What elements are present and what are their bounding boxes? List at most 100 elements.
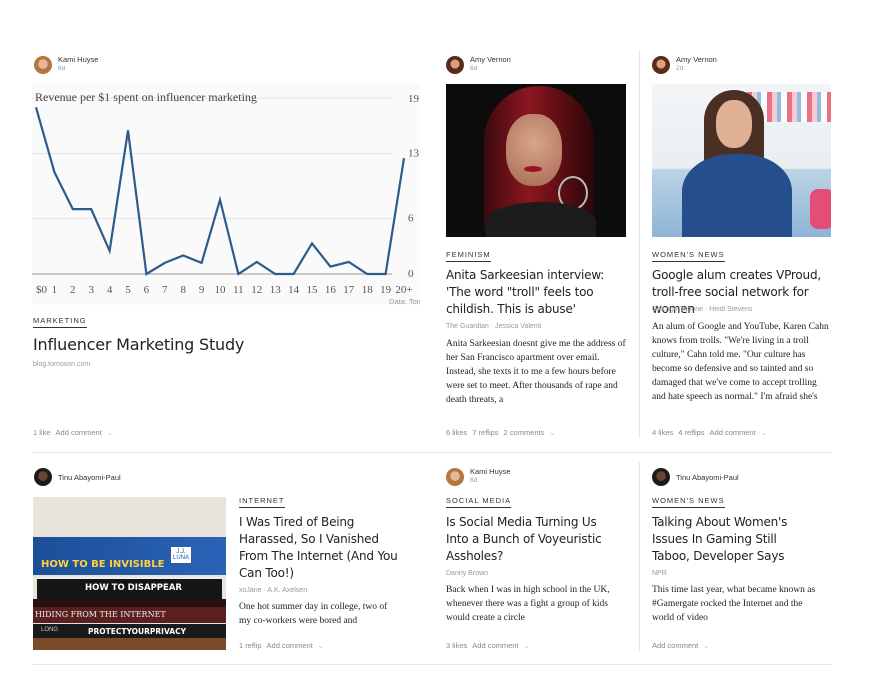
x-tick-label: 7 <box>162 284 168 296</box>
book-5-title: PROTECTYOURPRIVACY <box>88 627 187 636</box>
y-tick-label: 6 <box>408 212 414 224</box>
y-tick-label: 19 <box>408 93 420 105</box>
photo-lips <box>524 166 542 172</box>
chevron-down-icon[interactable]: ⌄ <box>549 430 555 437</box>
photo-pillow <box>810 189 831 229</box>
category-tag[interactable]: INTERNET <box>239 496 285 508</box>
add-comment-link[interactable]: Add comment <box>710 428 756 437</box>
x-tick-label: 15 <box>307 284 319 296</box>
likes-count[interactable]: 4 likes <box>652 428 673 437</box>
book-5: PROTECTYOURPRIVACY LONG <box>33 624 226 638</box>
row-divider <box>33 452 831 453</box>
x-tick-label: 11 <box>233 284 244 296</box>
likes-count[interactable]: 3 likes <box>446 641 467 650</box>
photo-body <box>682 154 792 237</box>
add-comment-link[interactable]: Add comment <box>652 641 698 650</box>
category-tag[interactable]: WOMEN'S NEWS <box>652 250 725 262</box>
article-excerpt: Anita Sarkeesian doesnt give me the addr… <box>446 339 626 405</box>
author-name[interactable]: Tinu Abayomi-Paul <box>58 473 121 482</box>
book-2: HOW TO DISAPPEAR <box>37 577 222 599</box>
x-tick-label: 16 <box>325 284 337 296</box>
x-tick-label: 14 <box>288 284 300 296</box>
likes-count[interactable]: 6 likes <box>446 428 467 437</box>
reflips-count[interactable]: 7 reflips <box>472 428 498 437</box>
x-tick-label: 13 <box>270 284 282 296</box>
article-source[interactable]: blog.tomoson.com <box>33 361 90 368</box>
avatar[interactable] <box>34 56 52 74</box>
x-tick-label: 18 <box>362 284 374 296</box>
card-actions: 6 likes 7 reflips 2 comments ⌄ <box>446 428 560 437</box>
article-title[interactable]: I Was Tired of Being Harassed, So I Vani… <box>239 514 399 582</box>
comments-link[interactable]: 2 comments <box>504 428 545 437</box>
article-photo[interactable]: HOW TO BE INVISIBLE J.J. LUNA HOW TO DIS… <box>33 497 226 650</box>
x-tick-label: 12 <box>251 284 262 296</box>
photo-face <box>506 114 562 186</box>
photo-face <box>716 100 752 148</box>
avatar[interactable] <box>34 468 52 486</box>
article-source[interactable]: xoJane · A.K. Axelsen <box>239 587 307 594</box>
x-tick-label: $0 <box>36 284 48 296</box>
x-tick-label: 2 <box>70 284 76 296</box>
category-tag[interactable]: SOCIAL MEDIA <box>446 496 512 508</box>
x-tick-label: 3 <box>88 284 94 296</box>
x-tick-label: 19 <box>380 284 392 296</box>
article-title[interactable]: Talking About Women's Issues In Gaming S… <box>652 514 812 565</box>
x-tick-label: 5 <box>125 284 131 296</box>
article-title[interactable]: Anita Sarkeesian interview: 'The word "t… <box>446 267 628 318</box>
add-comment-link[interactable]: Add comment <box>267 641 313 650</box>
x-tick-label: 10 <box>215 284 227 296</box>
article-title[interactable]: Is Social Media Turning Us Into a Bunch … <box>446 514 606 565</box>
article-source[interactable]: NPR <box>652 570 667 577</box>
chevron-down-icon[interactable]: ⌄ <box>703 643 709 650</box>
y-tick-label: 13 <box>408 148 420 160</box>
revenue-chart[interactable]: Revenue per $1 spent on influencer marke… <box>32 83 420 305</box>
reflips-count[interactable]: 4 reflips <box>678 428 704 437</box>
article-title[interactable]: Influencer Marketing Study <box>33 334 413 356</box>
chevron-down-icon[interactable]: ⌄ <box>318 643 324 650</box>
book-1: HOW TO BE INVISIBLE J.J. LUNA <box>33 537 226 575</box>
article-photo[interactable] <box>652 84 831 237</box>
card-actions: 1 reflip Add comment ⌄ <box>239 641 329 650</box>
author-name[interactable]: Amy Vernon <box>676 55 717 64</box>
article-excerpt: This time last year, what became known a… <box>652 585 816 623</box>
author-name[interactable]: Kami Huyse <box>470 467 510 476</box>
avatar[interactable] <box>652 56 670 74</box>
book-5-author: LONG <box>41 627 59 633</box>
book-1-title: HOW TO BE INVISIBLE <box>41 559 165 570</box>
chevron-down-icon[interactable]: ⌄ <box>524 643 530 650</box>
author-name[interactable]: Kami Huyse <box>58 55 98 64</box>
article-source[interactable]: The Guardian · Jessica Valenti <box>446 323 541 330</box>
category-tag[interactable]: WOMEN'S NEWS <box>652 496 725 508</box>
avatar[interactable] <box>652 468 670 486</box>
category-tag[interactable]: MARKETING <box>33 316 87 328</box>
column-divider <box>639 462 640 652</box>
avatar[interactable] <box>446 468 464 486</box>
book-6 <box>33 638 226 650</box>
book-4: HIDING FROM THE INTERNET <box>33 607 226 623</box>
x-tick-label: 4 <box>107 284 113 296</box>
add-comment-link[interactable]: Add comment <box>56 428 102 437</box>
x-tick-label: 6 <box>144 284 150 296</box>
add-comment-link[interactable]: Add comment <box>472 641 518 650</box>
row-divider <box>33 664 831 665</box>
post-time: 2d <box>676 65 684 72</box>
chevron-down-icon[interactable]: ⌄ <box>761 430 767 437</box>
author-name[interactable]: Tinu Abayomi-Paul <box>676 473 739 482</box>
post-time: 6d <box>470 65 478 72</box>
article-source[interactable]: Chicago Tribune · Heidi Stevens <box>652 306 752 313</box>
card-actions: 1 like Add comment ⌄ <box>33 428 118 437</box>
chevron-down-icon[interactable]: ⌄ <box>107 430 113 437</box>
article-source[interactable]: Danny Brown <box>446 570 488 577</box>
column-divider <box>639 50 640 438</box>
photo-shoulders <box>486 202 596 237</box>
y-tick-label: 0 <box>408 268 414 280</box>
card-actions: 4 likes 4 reflips Add comment ⌄ <box>652 428 772 437</box>
category-tag[interactable]: FEMINISM <box>446 250 491 262</box>
book-4-title: HIDING FROM THE INTERNET <box>35 610 166 619</box>
reflips-count[interactable]: 1 reflip <box>239 641 262 650</box>
avatar[interactable] <box>446 56 464 74</box>
book-1-author: J.J. LUNA <box>171 547 191 563</box>
article-photo[interactable] <box>446 84 626 237</box>
likes-count[interactable]: 1 like <box>33 428 51 437</box>
author-name[interactable]: Amy Vernon <box>470 55 511 64</box>
